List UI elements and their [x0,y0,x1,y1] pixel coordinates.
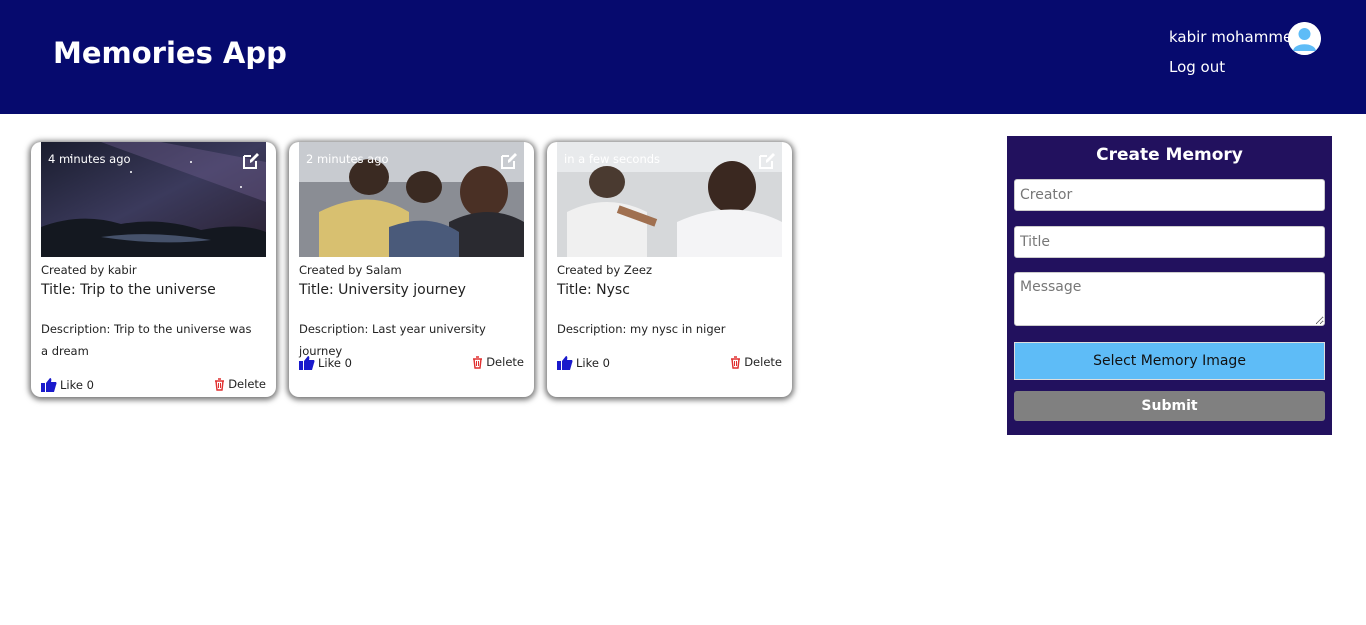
app-title: Memories App [53,36,287,70]
post-time: 4 minutes ago [48,152,131,166]
like-label: Like 0 [60,378,94,392]
memory-card: 2 minutes ago Created by Salam Title: Un… [289,142,534,397]
message-input[interactable] [1014,272,1325,326]
memory-card: in a few seconds Created by Zeez Title: … [547,142,792,397]
delete-button[interactable]: Delete [214,377,266,391]
post-description: Description: Trip to the universe was a … [41,322,252,358]
thumbs-up-icon [41,378,57,392]
thumbs-up-icon [557,356,573,370]
delete-label: Delete [228,377,266,391]
post-creator: Created by Zeez [557,263,652,277]
like-label: Like 0 [318,356,352,370]
post-title: Title: Trip to the universe [41,282,216,298]
trash-icon [731,355,741,369]
like-button[interactable]: Like 0 [557,356,610,370]
edit-icon[interactable] [242,152,260,170]
app-header: Memories App kabir mohammed Log out [0,0,1366,114]
logout-link[interactable]: Log out [1169,58,1225,76]
memory-card: 4 minutes ago Created by kabir Title: Tr… [31,142,276,397]
edit-icon[interactable] [758,152,776,170]
creator-input[interactable] [1014,179,1325,211]
post-time: in a few seconds [564,152,661,166]
create-memory-form: Create Memory Select Memory Image Submit [1007,136,1332,435]
title-input[interactable] [1014,226,1325,258]
submit-button[interactable]: Submit [1014,391,1325,421]
delete-label: Delete [486,355,524,369]
post-title: Title: University journey [299,282,466,298]
user-name: kabir mohammed [1169,28,1302,46]
trash-icon [473,355,483,369]
post-title: Title: Nysc [557,282,630,298]
post-description: Description: my nysc in niger [557,322,726,336]
delete-button[interactable]: Delete [472,355,524,369]
trash-icon [215,377,225,391]
like-label: Like 0 [576,356,610,370]
delete-label: Delete [744,355,782,369]
edit-icon[interactable] [500,152,518,170]
post-creator: Created by Salam [299,263,402,277]
like-button[interactable]: Like 0 [41,378,94,392]
user-avatar-icon[interactable] [1288,22,1321,55]
thumbs-up-icon [299,356,315,370]
delete-button[interactable]: Delete [730,355,782,369]
post-time: 2 minutes ago [306,152,389,166]
post-creator: Created by kabir [41,263,137,277]
form-title: Create Memory [1096,145,1243,165]
like-button[interactable]: Like 0 [299,356,352,370]
select-image-button[interactable]: Select Memory Image [1014,342,1325,380]
